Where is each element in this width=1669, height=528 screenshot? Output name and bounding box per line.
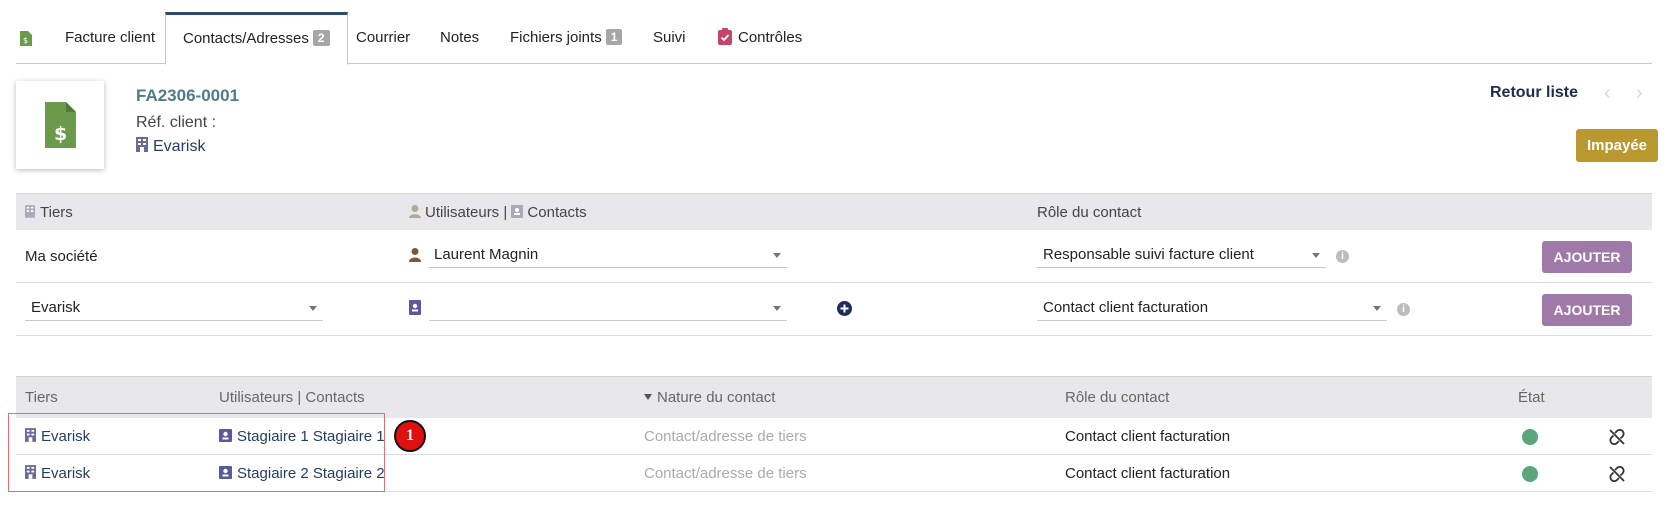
chevron-down-icon (773, 306, 781, 311)
add-contact-row-external: Evarisk Contact client facturation i AJO… (16, 283, 1652, 336)
add-contact-header: Tiers Utilisateurs | Contacts Rôle du co… (16, 193, 1652, 230)
tab-facture-client[interactable]: Facture client (65, 12, 155, 64)
tab-bar: $ Facture client Contacts/Adresses 2 Cour… (16, 12, 1652, 65)
chevron-down-icon (1373, 306, 1381, 311)
col-users-contacts: Utilisateurs | Contacts (409, 194, 587, 231)
state-active-icon[interactable] (1522, 429, 1538, 445)
select-value: Responsable suivi facture client (1043, 246, 1254, 263)
customer-reference-label: Réf. client : (136, 114, 217, 131)
col-nature[interactable]: Nature du contact (644, 377, 775, 419)
chevron-down-icon (773, 253, 781, 258)
clipboard-check-icon (718, 28, 732, 45)
tab-suivi[interactable]: Suivi (653, 12, 686, 64)
col-state[interactable]: État (1518, 377, 1545, 419)
tab-contacts-adresses[interactable]: Contacts/Adresses 2 (165, 12, 348, 65)
info-icon[interactable]: i (1336, 250, 1349, 263)
invoice-icon: $ (45, 102, 76, 148)
tab-label: Contrôles (738, 29, 803, 46)
role-select[interactable]: Responsable suivi facture client (1037, 242, 1326, 268)
contact-role: Contact client facturation (1065, 465, 1231, 482)
tab-label: Fichiers joints (510, 29, 602, 46)
select-value: Laurent Magnin (434, 246, 539, 263)
building-icon (136, 137, 148, 152)
col-label: Tiers (40, 204, 73, 221)
svg-text:$: $ (54, 123, 67, 145)
chevron-down-icon (309, 306, 317, 311)
tab-notes[interactable]: Notes (440, 12, 479, 64)
tab-badge: 2 (312, 30, 330, 46)
annotation-highlight-box (8, 413, 385, 492)
user-icon (409, 248, 421, 262)
customer-company-link[interactable]: Evarisk (136, 137, 205, 156)
contact-nature: Contact/adresse de tiers (644, 465, 807, 482)
tiers-select[interactable]: Evarisk (25, 295, 323, 321)
select-value: Contact client facturation (1043, 299, 1209, 316)
tab-badge: 1 (605, 29, 623, 45)
role-select[interactable]: Contact client facturation (1037, 295, 1387, 321)
contact-role: Contact client facturation (1065, 428, 1231, 445)
state-active-icon[interactable] (1522, 466, 1538, 482)
building-icon (25, 205, 35, 218)
contact-card-icon (511, 205, 524, 218)
svg-text:$: $ (23, 36, 28, 45)
sort-desc-icon (644, 394, 652, 400)
select-value: Evarisk (31, 299, 81, 316)
col-role[interactable]: Rôle du contact (1065, 377, 1169, 419)
contact-card-icon (409, 300, 421, 315)
invoice-thumbnail: $ (16, 81, 104, 169)
chevron-down-icon (1312, 253, 1320, 258)
col-label: Contacts (527, 204, 587, 221)
col-label: Nature du contact (657, 389, 776, 406)
tab-fichiers-joints[interactable]: Fichiers joints 1 (510, 12, 623, 64)
tab-controles[interactable]: Contrôles (718, 12, 802, 64)
chevron-left-icon[interactable]: ‹ (1604, 82, 1611, 105)
user-icon (409, 205, 421, 218)
annotation-marker: 1 (394, 420, 426, 452)
tiers-label: Ma société (25, 248, 98, 265)
contact-nature: Contact/adresse de tiers (644, 428, 807, 445)
tab-label: Contacts/Adresses (183, 30, 309, 47)
info-icon[interactable]: i (1397, 303, 1410, 316)
add-button[interactable]: AJOUTER (1542, 294, 1632, 326)
chevron-right-icon[interactable]: › (1636, 82, 1643, 105)
add-button[interactable]: AJOUTER (1542, 241, 1632, 273)
tab-courrier[interactable]: Courrier (356, 12, 410, 64)
contacts-list-header: Tiers Utilisateurs | Contacts Nature du … (16, 376, 1652, 418)
plus-circle-icon[interactable] (837, 301, 852, 316)
company-name: Evarisk (153, 138, 206, 155)
add-contact-row-internal: Ma société Laurent Magnin Responsable su… (16, 230, 1652, 283)
user-select[interactable]: Laurent Magnin (429, 242, 787, 268)
invoice-tab-icon[interactable]: $ (20, 12, 32, 64)
contact-select[interactable] (429, 295, 787, 321)
status-badge: Impayée (1576, 129, 1658, 162)
unlink-icon[interactable] (1609, 429, 1625, 445)
unlink-icon[interactable] (1609, 466, 1625, 482)
col-role: Rôle du contact (1037, 204, 1142, 221)
col-tiers: Tiers (25, 194, 73, 231)
back-to-list-link[interactable]: Retour liste (1490, 84, 1578, 102)
col-label: Utilisateurs | (425, 204, 512, 221)
invoice-reference[interactable]: FA2306-0001 (136, 86, 239, 106)
